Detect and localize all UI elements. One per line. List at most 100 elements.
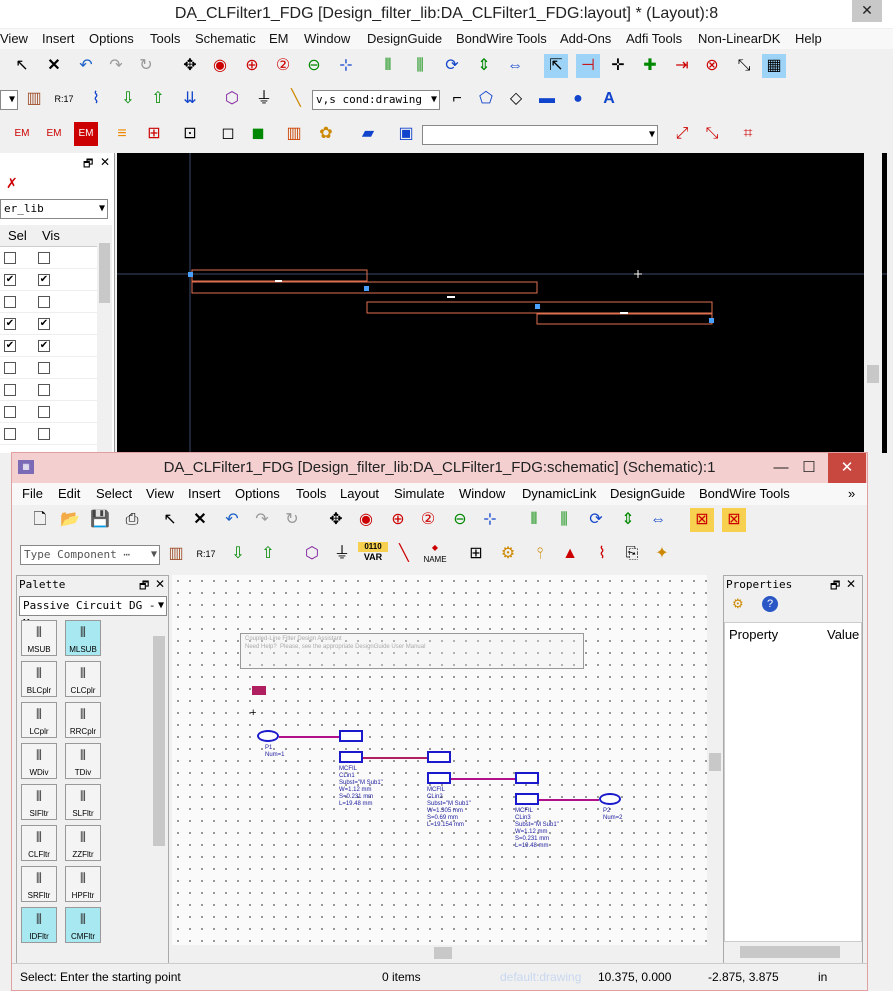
layout-close-button[interactable]: ✕ [852,0,882,22]
gear-icon[interactable]: ⚙ [496,542,520,566]
via-icon[interactable]: ⊡ [178,122,202,146]
download-icon[interactable]: ⇩ [116,87,140,111]
rotate-icon[interactable]: ⟳ [440,54,464,78]
upload-icon[interactable]: ⇧ [256,542,280,566]
layout-menu-view[interactable]: View [0,29,28,49]
layout-menu-em[interactable]: EM [269,29,289,49]
selectable-checkbox[interactable] [4,252,16,264]
print-icon[interactable]: ⎙ [120,508,144,532]
new-file-icon[interactable]: 🗋 [28,508,52,532]
menu-select[interactable]: Select [96,483,132,505]
push-into-icon[interactable]: ⊞ [464,542,488,566]
panel-float-icon[interactable]: 🗗 [830,577,840,596]
menu-window[interactable]: Window [459,483,505,505]
polygon-icon[interactable]: ⬠ [474,87,498,111]
palette-item-wdiv[interactable]: ⫴ WDiv [21,743,57,779]
menu-simulate[interactable]: Simulate [394,483,445,505]
zoom-in-icon[interactable]: ⊕ [386,508,410,532]
snap-center-icon[interactable]: ⊗ [700,54,724,78]
rotate-icon[interactable]: ⟳ [584,508,608,532]
palette-item-rrcplr[interactable]: ⫴ RRCplr [65,702,101,738]
3d-view-icon[interactable]: ◼ [246,122,270,146]
panel-close-icon[interactable]: ✕ [100,155,110,169]
library-icon[interactable]: ▥ [22,87,46,111]
ground-icon[interactable]: ⏚ [252,87,276,111]
properties-horizontal-scrollbar[interactable] [724,944,862,960]
r17-icon[interactable]: R:17 [52,87,76,111]
delete-icon[interactable]: ✕ [42,54,66,78]
grid-snap-icon[interactable]: ▦ [762,54,786,78]
visible-checkbox[interactable]: ✔ [38,340,50,352]
close-button[interactable]: ✕ [828,453,866,483]
origin-icon[interactable]: ⤡ [700,122,724,146]
snap-pin-icon[interactable]: ⊣ [576,54,600,78]
clin1-bottom-pin[interactable] [339,751,363,763]
library-select[interactable]: er_lib ▼ [0,199,108,219]
clin2-top-pin[interactable] [427,751,451,763]
palette-item-zzfltr[interactable]: ⫴ ZZFltr [65,825,101,861]
layer-scrollbar[interactable] [97,225,112,453]
snap-icon[interactable]: ⊹ [334,54,358,78]
selectable-checkbox[interactable]: ✔ [4,274,16,286]
layout-left-combo[interactable]: ▼ [0,90,18,110]
layout-menu-designguide[interactable]: DesignGuide [367,29,442,49]
port-icon[interactable]: ⬡ [300,542,324,566]
panel-float-icon[interactable]: 🗗 [139,577,149,596]
zoom-x2-icon[interactable]: ② [271,54,295,78]
r17-icon[interactable]: R:17 [194,542,218,566]
dataset-icon[interactable]: ▣ [394,122,418,146]
layout-menu-schematic[interactable]: Schematic [195,29,256,49]
clin3-top-pin[interactable] [515,772,539,784]
palette-scrollbar[interactable] [151,618,167,964]
visible-checkbox[interactable]: ✔ [38,318,50,330]
snap-edge-icon[interactable]: ⇥ [670,54,694,78]
select-arrow-icon[interactable]: ↖ [158,508,182,532]
visible-checkbox[interactable] [38,252,50,264]
zoom-out-icon[interactable]: ⊖ [302,54,326,78]
layout-vertical-scrollbar[interactable] [864,153,882,453]
flip-icon[interactable]: ⇔ [646,508,670,532]
palette-item-mlsub[interactable]: ⫴ MLSUB [65,620,101,656]
rectangle-icon[interactable]: ▬ [535,87,559,111]
report-icon[interactable]: ⎘ [620,542,644,566]
simulate-icon[interactable]: ▲ [558,542,582,566]
visible-checkbox[interactable]: ✔ [38,274,50,286]
redo-icon[interactable]: ↷ [104,54,128,78]
undo-icon[interactable]: ↶ [74,54,98,78]
snap-icon[interactable]: ⊹ [478,508,502,532]
em-simulate-icon[interactable]: EM [74,122,98,146]
snap-mode-icon[interactable]: ⇱ [544,54,568,78]
flip-icon[interactable]: ⇔ [503,54,527,78]
waveform-icon[interactable]: ⌇ [84,87,108,111]
delete-icon[interactable]: ✕ [188,508,212,532]
menu-layout[interactable]: Layout [340,483,379,505]
palette-item-idfltr[interactable]: ⫴ IDFltr [21,907,57,943]
gear-icon[interactable]: ⚙ [732,596,744,612]
zoom-in-icon[interactable]: ⊕ [240,54,264,78]
layout-menu-tools[interactable]: Tools [150,29,180,49]
visible-checkbox[interactable] [38,406,50,418]
color-map-icon[interactable]: ▥ [282,122,306,146]
data-display-icon[interactable]: ⌇ [590,542,614,566]
palette-item-clcplr[interactable]: ⫴ CLCplr [65,661,101,697]
redo-icon[interactable]: ↷ [250,508,274,532]
palette-item-hpfltr[interactable]: ⫴ HPFltr [65,866,101,902]
selectable-checkbox[interactable]: ✔ [4,318,16,330]
push-down-icon[interactable]: ⇊ [178,87,202,111]
port-edit-icon[interactable]: ⊞ [142,122,166,146]
text-icon[interactable]: A [597,87,621,111]
panel-float-icon[interactable]: 🗗 [83,155,93,174]
selectable-checkbox[interactable]: ✔ [4,340,16,352]
palette-item-lcplr[interactable]: ⫴ LCplr [21,702,57,738]
layout-menu-nonlinear[interactable]: Non-LinearDK [698,29,780,49]
schematic-vertical-scrollbar[interactable] [707,575,723,945]
em-setup-icon[interactable]: EM [10,122,34,146]
zoom-x2-icon[interactable]: ② [416,508,440,532]
path-icon[interactable]: ⌐ [445,87,469,111]
palette-item-cmfltr[interactable]: ⫴ CMFltr [65,907,101,943]
em-close-icon[interactable]: EM [42,122,66,146]
palette-item-tdiv[interactable]: ⫴ TDiv [65,743,101,779]
menu-more[interactable]: » [848,483,855,505]
library-icon[interactable]: ▥ [164,542,188,566]
repeat-icon[interactable]: ↻ [134,54,158,78]
